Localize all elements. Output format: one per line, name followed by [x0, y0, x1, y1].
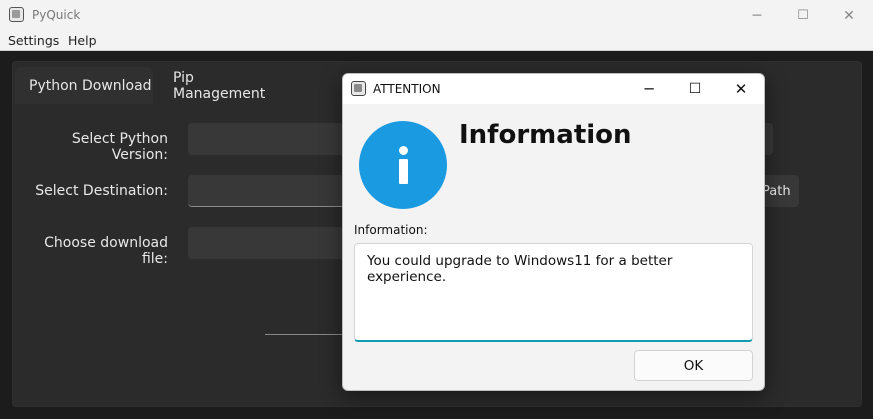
- info-icon-dot: [399, 146, 408, 155]
- dialog-titlebar: ATTENTION ─ ☐ ✕: [343, 74, 764, 104]
- menu-help[interactable]: Help: [68, 33, 97, 48]
- python-version-select[interactable]: [188, 123, 348, 155]
- info-icon: [359, 121, 447, 209]
- menu-settings[interactable]: Settings: [8, 33, 59, 48]
- main-titlebar: PyQuick ─ ☐ ✕: [0, 0, 873, 31]
- minimize-button[interactable]: ─: [734, 0, 780, 31]
- tab-python-download-label: Python Download: [29, 77, 152, 94]
- dialog-message: You could upgrade to Windows11 for a bet…: [367, 253, 673, 285]
- dialog-message-box[interactable]: You could upgrade to Windows11 for a bet…: [354, 243, 753, 342]
- dialog-close-button[interactable]: ✕: [718, 74, 764, 104]
- info-icon-bar: [399, 159, 408, 184]
- app-icon: [9, 7, 24, 22]
- tab-python-download[interactable]: Python Download: [15, 67, 153, 104]
- python-version-label: Select Python Version:: [71, 131, 168, 163]
- dialog-sublabel: Information:: [354, 223, 428, 237]
- dialog-app-icon: [351, 81, 366, 96]
- menu-bar: Settings Help: [0, 31, 873, 51]
- close-button[interactable]: ✕: [826, 0, 872, 31]
- window-title: PyQuick: [32, 8, 81, 22]
- ok-button[interactable]: OK: [634, 350, 753, 381]
- tab-pip-management[interactable]: Pip Management: [160, 67, 290, 104]
- download-file-label: Choose download file:: [44, 235, 168, 267]
- dialog-minimize-button[interactable]: ─: [626, 74, 672, 104]
- tab-pip-management-label: Pip Management: [173, 69, 266, 102]
- progress-line: [265, 334, 345, 335]
- maximize-button[interactable]: ☐: [780, 0, 826, 31]
- destination-input[interactable]: [188, 175, 348, 207]
- dialog-title: ATTENTION: [373, 82, 441, 96]
- download-file-select[interactable]: [188, 227, 348, 259]
- dialog-heading: Information: [459, 120, 632, 150]
- dialog-maximize-button[interactable]: ☐: [672, 74, 718, 104]
- select-path-button-label: Path: [762, 183, 791, 199]
- attention-dialog: ATTENTION ─ ☐ ✕ Information Information:…: [342, 73, 765, 391]
- destination-label: Select Destination:: [35, 183, 168, 199]
